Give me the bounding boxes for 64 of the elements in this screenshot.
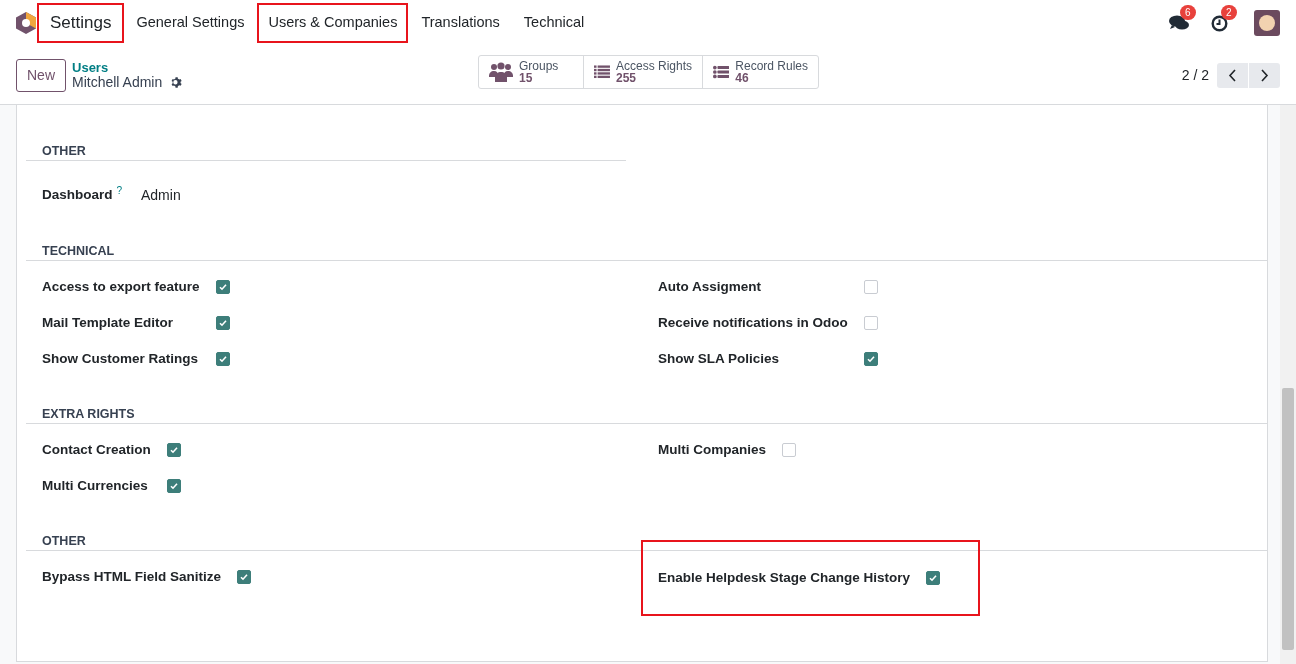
chevron-right-icon	[1260, 68, 1269, 82]
next-button[interactable]	[1249, 62, 1280, 88]
pager-value: 2 / 2	[1181, 65, 1209, 85]
menu-item[interactable]: Users & Companies	[257, 3, 409, 43]
checkbox[interactable]	[215, 352, 230, 366]
people-icon	[489, 62, 513, 82]
field-label: Multi Companies	[658, 440, 766, 459]
field-label: Multi Currencies	[42, 476, 149, 495]
section-title: OTHER	[42, 144, 86, 158]
section-title: EXTRA RIGHTS	[42, 407, 135, 421]
checkmark-icon	[168, 481, 179, 491]
chat-icon[interactable]	[1169, 15, 1189, 31]
checkbox[interactable]	[863, 280, 878, 294]
smart-button[interactable]: Groups 15	[479, 56, 583, 88]
app-title[interactable]: Settings	[37, 3, 125, 43]
field-label: Show SLA Policies	[658, 349, 781, 368]
checkmark-icon	[865, 354, 876, 364]
help-tooltip[interactable]: ?	[116, 184, 123, 196]
field-label: Receive notifications in Odoo	[658, 313, 848, 332]
list-icon	[713, 63, 730, 81]
breadcrumb-link[interactable]: Users	[72, 60, 184, 75]
checkbox[interactable]	[166, 479, 181, 493]
field-label: Bypass HTML Field Sanitize	[42, 567, 222, 586]
smart-button[interactable]: Access Rights 255	[583, 56, 702, 88]
previous-button[interactable]	[1217, 62, 1248, 88]
field-label: Show Customer Ratings	[42, 349, 199, 368]
scrollbar[interactable]	[1280, 105, 1296, 664]
checkbox[interactable]	[166, 443, 181, 457]
notification-badge: 6	[1180, 5, 1196, 20]
field-label: Enable Helpdesk Stage Change History	[658, 568, 911, 587]
checkmark-icon	[217, 354, 228, 364]
checkbox[interactable]	[863, 352, 878, 366]
checkmark-icon	[168, 445, 179, 455]
menu-item[interactable]: General Settings	[125, 3, 256, 43]
smart-button[interactable]: Record Rules 46	[702, 56, 818, 88]
section-title: TECHNICAL	[42, 244, 115, 258]
notification-badge: 2	[1221, 4, 1237, 20]
checkmark-icon	[239, 572, 250, 582]
clock-icon[interactable]	[1211, 14, 1228, 32]
chevron-left-icon	[1228, 68, 1237, 82]
list-icon	[594, 63, 610, 81]
menu-item[interactable]: Translations	[410, 3, 511, 43]
checkbox[interactable]	[863, 316, 878, 330]
gear-icon[interactable]	[170, 76, 184, 89]
field-label: Dashboard $^{?}$	[42, 184, 124, 204]
checkbox[interactable]	[926, 571, 941, 585]
menu-item[interactable]: Technical	[512, 3, 596, 43]
field-label: Auto Assigment	[658, 277, 762, 296]
checkbox[interactable]	[237, 570, 252, 584]
field-value: Admin	[141, 185, 181, 205]
checkmark-icon	[217, 318, 228, 328]
new-button[interactable]: New	[16, 58, 66, 92]
avatar[interactable]	[1254, 10, 1280, 36]
checkmark-icon	[928, 573, 939, 583]
checkbox[interactable]	[782, 443, 796, 457]
section-title: OTHER	[42, 534, 86, 548]
checkbox[interactable]	[215, 316, 230, 330]
record-title: Mitchell Admin	[72, 75, 163, 90]
field-label: Access to export feature	[42, 277, 200, 296]
checkbox[interactable]	[215, 280, 230, 294]
logo-icon	[16, 12, 36, 34]
field-label: Contact Creation	[42, 440, 151, 459]
checkmark-icon	[217, 282, 228, 292]
field-label: Mail Template Editor	[42, 313, 175, 332]
